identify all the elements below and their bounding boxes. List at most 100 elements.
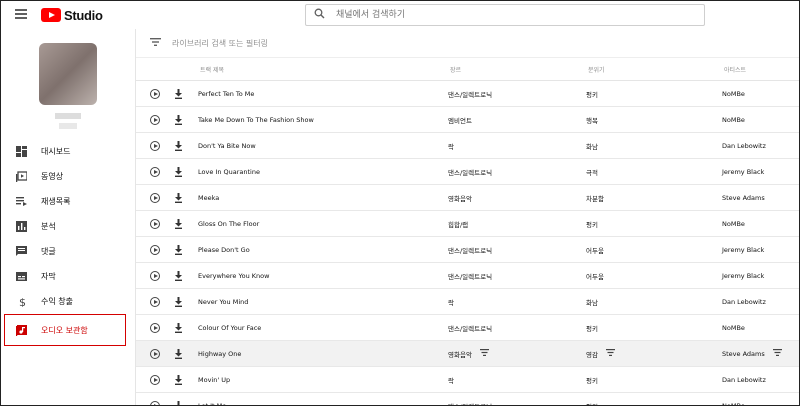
search-input[interactable] [334,9,668,21]
track-mood: 어두움 [586,272,604,281]
filter-icon[interactable] [150,37,162,49]
download-icon[interactable] [172,270,184,281]
play-icon[interactable] [150,244,160,255]
logo-text: Studio [64,7,103,23]
download-icon[interactable] [172,400,184,405]
channel-avatar[interactable] [39,43,97,105]
column-mood[interactable]: 분위기 [588,65,724,74]
sidebar-item-label: 재생목록 [41,197,71,206]
play-icon[interactable] [150,88,160,99]
track-artist: Dan Lebowitz [722,141,766,150]
track-mood-cell: 펑키 [586,219,722,229]
table-row[interactable]: Everywhere You Know 댄스/일렉트로닉 어두움 Jeremy Bla… [136,263,799,289]
menu-icon[interactable] [15,9,27,19]
download-icon[interactable] [172,88,184,99]
track-artist: NoMBe [722,323,745,332]
dollar-icon: $ [15,296,27,308]
table-row[interactable]: Colour Of Your Face 댄스/일렉트로닉 펑키 NoMBe [136,315,799,341]
table-row[interactable]: Never You Mind 락 화남 Dan Lebowitz [136,289,799,315]
download-icon[interactable] [172,166,184,177]
track-artist: Dan Lebowitz [722,375,766,384]
channel-search[interactable] [305,4,705,26]
play-icon[interactable] [150,322,160,333]
download-icon[interactable] [172,348,184,359]
track-list: Perfect Ten To Me 댄스/일렉트로닉 펑키 NoMBe Take Me … [136,81,799,406]
filter-genre-icon[interactable] [479,349,489,358]
table-row[interactable]: Please Don't Go 댄스/일렉트로닉 어두움 Jeremy Black [136,237,799,263]
track-artist-cell: NoMBe [722,324,772,332]
play-icon[interactable] [150,374,160,385]
track-artist: Steve Adams [722,349,765,358]
track-artist-cell: NoMBe [722,220,772,228]
play-icon[interactable] [150,270,160,281]
download-icon[interactable] [172,322,184,333]
download-icon[interactable] [172,244,184,255]
sidebar-item-comments[interactable]: 댓글 [1,239,135,264]
track-genre-cell: 락 [448,375,586,385]
table-row[interactable]: Perfect Ten To Me 댄스/일렉트로닉 펑키 NoMBe [136,81,799,107]
sidebar-item-video[interactable]: 동영상 [1,164,135,189]
filter-bar[interactable]: 라이브러리 검색 또는 필터링 [136,29,799,58]
column-title[interactable]: 트랙 제목 [200,65,450,74]
track-genre-cell: 댄스/일렉트로닉 [448,271,586,281]
table-row[interactable]: Let It Me 댄스/일렉트로닉 펑키 NoMBe [136,393,799,406]
sidebar-item-subtitles[interactable]: 자막 [1,264,135,289]
search-icon[interactable] [314,8,334,22]
studio-window: Studio 대시보드동영상재생목록분석댓글자막 $ 수익 창출오디오 보관함 라이… [0,0,800,406]
play-icon[interactable] [150,218,160,229]
filter-artist-icon[interactable] [772,349,782,358]
track-genre-cell: 엠비언트 [448,115,586,125]
track-mood: 펑키 [586,376,598,385]
filter-mood-icon[interactable] [605,349,615,358]
download-icon[interactable] [172,374,184,385]
download-icon[interactable] [172,114,184,125]
track-title: Never You Mind [198,297,249,306]
sidebar-item-label: 동영상 [41,172,64,181]
play-icon[interactable] [150,140,160,151]
track-title: Let It Me [198,401,227,406]
sidebar-item-audio-library[interactable]: 오디오 보관함 [4,314,126,346]
channel-sub-blurred [59,123,77,129]
analytics-icon [15,221,27,233]
play-icon[interactable] [150,166,160,177]
play-icon[interactable] [150,296,160,307]
table-row[interactable]: Highway One 영화음악 영감 Steve Adams [136,341,799,367]
sidebar-item-dashboard[interactable]: 대시보드 [1,139,135,164]
filter-placeholder[interactable]: 라이브러리 검색 또는 필터링 [172,38,268,49]
sidebar-item-label: 오디오 보관함 [41,325,88,335]
track-genre: 댄스/일렉트로닉 [448,168,493,177]
sidebar-item-label: 수익 창출 [41,297,73,306]
column-genre[interactable]: 장르 [450,65,588,74]
table-row[interactable]: Don't Ya Bite Now 락 화남 Dan Lebowitz [136,133,799,159]
table-row[interactable]: Movin' Up 락 펑키 Dan Lebowitz [136,367,799,393]
table-row[interactable]: Take Me Down To The Fashion Show 엠비언트 행복 No… [136,107,799,133]
download-icon[interactable] [172,192,184,203]
sidebar-item-playlist[interactable]: 재생목록 [1,189,135,214]
sidebar-item-dollar[interactable]: $ 수익 창출 [1,289,135,314]
sidebar-item-analytics[interactable]: 분석 [1,214,135,239]
track-artist-cell: NoMBe [722,402,772,406]
table-row[interactable]: Love In Quarantine 댄스/일렉트로닉 극적 Jeremy Black [136,159,799,185]
table-row[interactable]: Gloss On The Floor 힙합/랩 펑키 NoMBe [136,211,799,237]
track-genre-cell: 락 [448,297,586,307]
play-icon[interactable] [150,192,160,203]
play-icon[interactable] [150,400,160,405]
track-mood: 행복 [586,116,598,125]
download-icon[interactable] [172,296,184,307]
track-genre: 힙합/랩 [448,220,469,229]
track-mood-cell: 행복 [586,115,722,125]
track-artist: Jeremy Black [722,167,765,176]
download-icon[interactable] [172,140,184,151]
play-icon[interactable] [150,114,160,125]
studio-logo[interactable]: Studio [41,7,103,23]
track-mood-cell: 화남 [586,297,722,307]
play-icon[interactable] [150,348,160,359]
track-genre-cell: 댄스/일렉트로닉 [448,401,586,406]
table-row[interactable]: Meeka 영화음악 차분함 Steve Adams [136,185,799,211]
playlist-icon [15,196,27,208]
track-artist: Jeremy Black [722,271,765,280]
column-artist[interactable]: 아티스트 [724,65,794,74]
download-icon[interactable] [172,218,184,229]
track-mood: 영감 [586,350,598,359]
track-title: Meeka [198,193,220,202]
